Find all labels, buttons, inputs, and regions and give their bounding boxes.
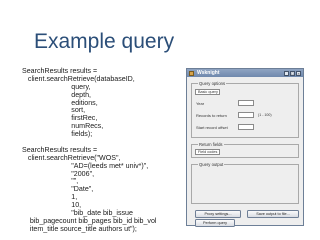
perform-query-button[interactable]: Perform query <box>195 219 235 227</box>
app-icon <box>189 70 194 76</box>
maximize-button[interactable]: □ <box>290 70 295 76</box>
app-window: Wsknight _ □ × Query options Basic query… <box>186 68 304 227</box>
query-options-group: Query options Basic query Year Records t… <box>191 81 299 138</box>
basic-query-field[interactable]: Basic query <box>195 89 220 95</box>
field-codes-field[interactable]: Field codes <box>195 149 220 155</box>
query-output-legend: Query output <box>198 162 225 167</box>
records-to-return-input[interactable] <box>238 112 254 118</box>
records-range-hint: (1 - 100) <box>258 113 272 117</box>
close-button[interactable]: × <box>296 70 301 76</box>
start-record-offset-input[interactable] <box>238 124 254 130</box>
proxy-settings-button[interactable]: Proxy settings... <box>195 210 241 218</box>
slide-title: Example query <box>34 30 175 53</box>
return-fields-group: Return fields Field codes <box>191 142 299 158</box>
year-input[interactable] <box>238 100 254 106</box>
code-line: item_title source_title authors ut"); <box>22 224 137 233</box>
minimize-button[interactable]: _ <box>284 70 289 76</box>
records-to-return-label: Records to return <box>196 113 227 118</box>
query-output-group: Query output <box>191 162 299 204</box>
query-options-legend: Query options <box>198 81 227 86</box>
window-title: Wsknight <box>197 69 220 76</box>
code-line: fields); <box>22 130 93 139</box>
code-example: SearchResults results = client.searchRet… <box>22 67 157 234</box>
window-titlebar[interactable]: Wsknight _ □ × <box>187 69 303 77</box>
return-fields-legend: Return fields <box>198 142 224 147</box>
start-record-offset-label: Start record offset <box>196 125 228 130</box>
year-label: Year <box>196 101 205 106</box>
save-output-button[interactable]: Save output to file... <box>247 210 299 218</box>
